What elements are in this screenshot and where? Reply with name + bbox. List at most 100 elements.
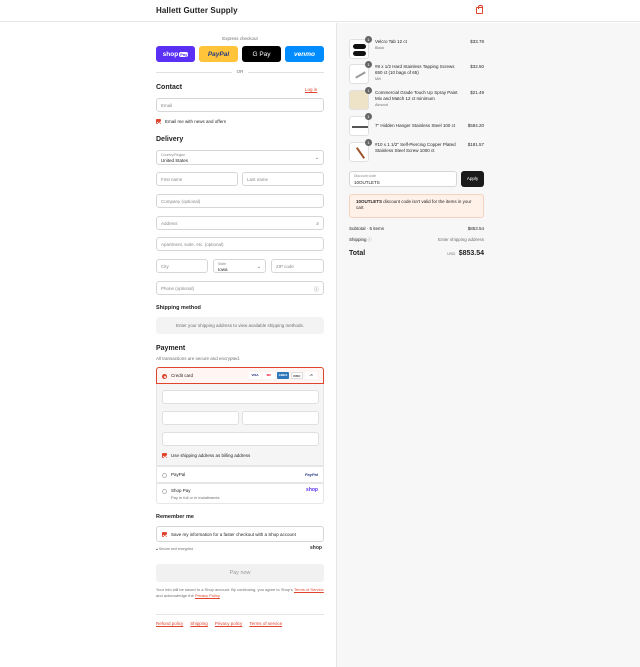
- credit-card-label: Credit card: [171, 373, 194, 378]
- product-price: $181.57: [467, 142, 484, 147]
- payment-subtitle: All transactions are secure and encrypte…: [156, 356, 241, 361]
- visa-icon: VISA: [249, 372, 261, 379]
- cart-item: 1 7" Hidden Hanger Stainless Steel 100 c…: [349, 113, 484, 136]
- product-name: 7" Hidden Hanger Stainless Steel 100 ct: [375, 123, 456, 128]
- shop-pay-button[interactable]: shop Pay: [156, 46, 195, 62]
- card-number-field[interactable]: [162, 390, 319, 404]
- company-field[interactable]: Company (optional): [156, 194, 324, 208]
- quantity-badge: 1: [365, 139, 372, 146]
- paypal-radio[interactable]: [162, 473, 167, 478]
- phone-field[interactable]: Phone (optional) ⓘ: [156, 281, 324, 295]
- footer-links: Refund policy Shipping Privacy policy Te…: [156, 621, 282, 626]
- google-pay-button[interactable]: G Pay: [242, 46, 281, 62]
- country-select[interactable]: Country/Region United States ⌄: [156, 150, 324, 165]
- quantity-badge: 1: [365, 61, 372, 68]
- subtotal-row: Subtotal · 5 items $853.54: [349, 226, 484, 231]
- or-divider: OR: [156, 69, 324, 75]
- cart-item: 1 Velcro Tab 12 ct Black $33.78: [349, 36, 484, 59]
- total-value: $853.54: [458, 250, 484, 257]
- product-price: $33.78: [470, 39, 484, 44]
- email-placeholder: Email: [161, 103, 173, 108]
- discount-error-alert: 10OUTLETS discount code isn't valid for …: [349, 194, 484, 218]
- discount-code-value: 10OUTLETS: [354, 180, 380, 185]
- header: Hallett Gutter Supply: [0, 0, 640, 22]
- log-in-link[interactable]: Log in: [305, 87, 317, 92]
- first-name-field[interactable]: First name: [156, 172, 238, 186]
- product-variant: Mill: [375, 77, 381, 81]
- credit-card-option[interactable]: Credit card VISA MC AMEX DISC +5: [156, 367, 324, 384]
- lock-icon: 🔒︎: [156, 547, 158, 551]
- shipping-policy-link[interactable]: Shipping: [190, 621, 208, 626]
- legal-text: Your info will be saved to a Shop accoun…: [156, 587, 324, 598]
- contact-title: Contact: [156, 84, 183, 91]
- total-row: Total USD $853.54: [349, 250, 484, 257]
- chevron-down-icon: ⌄: [314, 155, 319, 161]
- expiration-field[interactable]: [162, 411, 239, 425]
- paypal-option[interactable]: PayPal PayPal: [156, 466, 324, 483]
- store-logo[interactable]: Hallett Gutter Supply: [156, 6, 238, 15]
- terms-link[interactable]: Terms of Service: [294, 587, 324, 592]
- shipping-method-title: Shipping method: [156, 305, 201, 311]
- cart-bag-icon[interactable]: [476, 5, 483, 14]
- address-field[interactable]: Address ⌕: [156, 216, 324, 230]
- shop-pay-sub: Pay in full or in installments: [171, 495, 220, 500]
- privacy-policy-link[interactable]: Privacy policy: [215, 621, 243, 626]
- security-code-field[interactable]: [242, 411, 319, 425]
- billing-address-checkbox[interactable]: [162, 453, 167, 458]
- credit-card-radio[interactable]: [162, 374, 167, 379]
- legal-and: and acknowledge the: [156, 592, 194, 598]
- shop-pay-radio[interactable]: [162, 489, 167, 494]
- product-name: Velcro Tab 12 ct: [375, 39, 407, 44]
- discount-code-field[interactable]: Discount code 10OUTLETS: [349, 171, 457, 187]
- zip-field[interactable]: ZIP code: [271, 259, 324, 273]
- state-select[interactable]: State Iowa ⌄: [213, 259, 266, 273]
- billing-address-label: Use shipping address as billing address: [171, 453, 251, 458]
- shop-pay-option[interactable]: Shop Pay Pay in full or in installments …: [156, 483, 324, 504]
- shipping-info-icon[interactable]: ⓘ: [368, 237, 372, 242]
- credit-card-form: Use shipping address as billing address: [156, 384, 324, 466]
- first-name-placeholder: First name: [161, 177, 183, 182]
- state-label: State: [218, 262, 227, 266]
- venmo-button[interactable]: venmo: [285, 46, 324, 62]
- help-icon[interactable]: ⓘ: [314, 286, 319, 293]
- name-on-card-field[interactable]: [162, 432, 319, 446]
- remember-me-title: Remember me: [156, 514, 194, 520]
- last-name-field[interactable]: Last name: [242, 172, 324, 186]
- refund-policy-link[interactable]: Refund policy: [156, 621, 183, 626]
- zip-placeholder: ZIP code: [276, 264, 294, 269]
- privacy-link[interactable]: Privacy Policy: [195, 593, 220, 598]
- shop-logo: shop: [310, 545, 322, 551]
- more-cards-badge: +5: [305, 372, 317, 379]
- paypal-button[interactable]: PayPal: [199, 46, 238, 62]
- search-icon: ⌕: [316, 221, 319, 227]
- product-price: $32.50: [470, 64, 484, 69]
- apply-button[interactable]: Apply: [461, 171, 484, 187]
- chevron-down-icon: ⌄: [256, 264, 261, 270]
- shipping-row: Shipping ⓘ Enter shipping address: [349, 237, 484, 243]
- product-price: $21.49: [470, 90, 484, 95]
- product-name: #8 x 1/2 Hard Stainless Tapping Screws 6…: [375, 64, 455, 75]
- country-value: United States: [161, 158, 189, 163]
- apartment-field[interactable]: Apartment, suite, etc. (optional): [156, 237, 324, 251]
- amex-icon: AMEX: [277, 372, 289, 379]
- secure-note: 🔒︎ Secure and encrypted: [156, 547, 193, 551]
- quantity-badge: 1: [365, 87, 372, 94]
- discount-code-label: Discount code: [354, 174, 377, 178]
- save-info-checkbox[interactable]: [162, 532, 167, 537]
- subtotal-label: Subtotal · 5 items: [349, 226, 385, 231]
- city-field[interactable]: City: [156, 259, 208, 273]
- pay-now-button[interactable]: Pay now: [156, 564, 324, 582]
- email-field[interactable]: Email: [156, 98, 324, 112]
- shop-pay-logo: shop: [162, 50, 179, 58]
- express-checkout-label: Express checkout: [222, 36, 258, 41]
- product-price: $584.20: [467, 123, 484, 128]
- shop-pay-logo: shop: [306, 487, 318, 493]
- shop-pay-label: Shop Pay: [171, 488, 191, 493]
- alert-code: 10OUTLETS: [356, 199, 383, 204]
- mastercard-icon: MC: [263, 372, 275, 379]
- delivery-title: Delivery: [156, 136, 184, 143]
- quantity-badge: 1: [365, 36, 372, 43]
- terms-of-service-link[interactable]: Terms of service: [249, 621, 282, 626]
- news-checkbox[interactable]: [156, 119, 161, 124]
- total-label: Total: [349, 250, 366, 257]
